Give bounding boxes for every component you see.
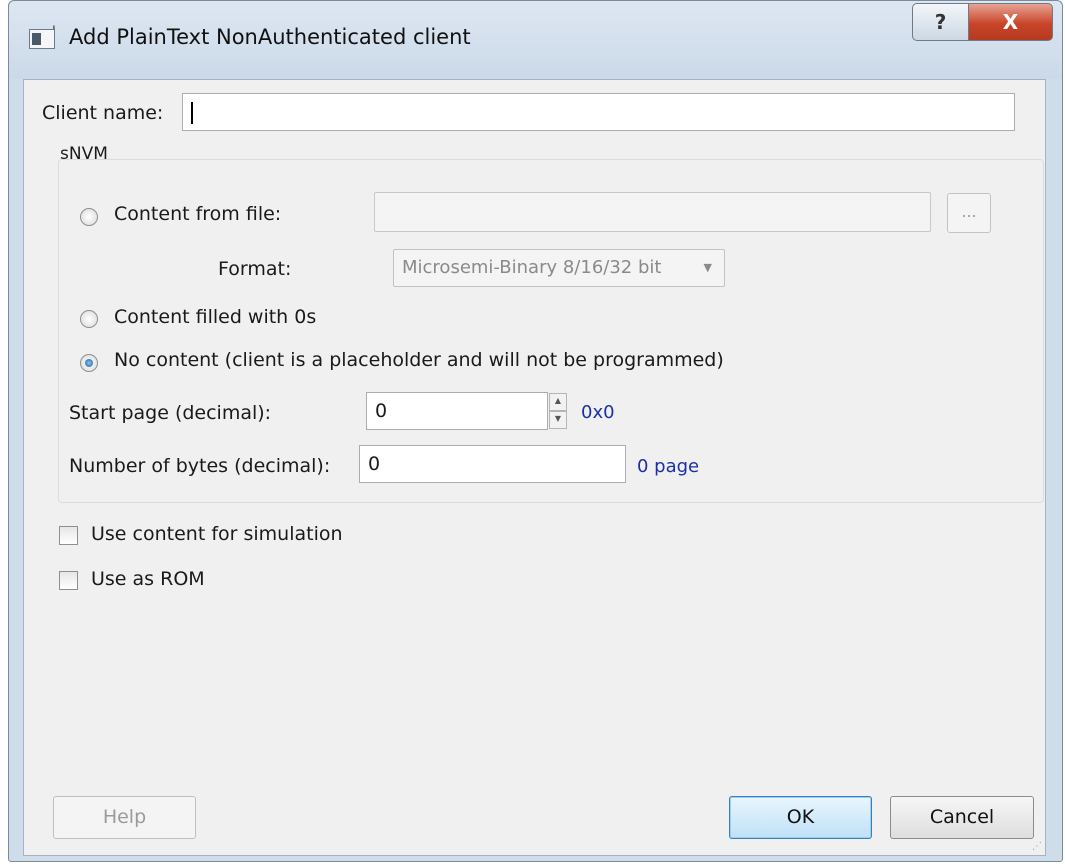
help-button[interactable]: Help: [53, 796, 196, 839]
use-rom-label: Use as ROM: [91, 568, 205, 590]
resize-grip-icon[interactable]: ⋰: [1032, 841, 1042, 852]
app-icon: ': [29, 24, 56, 49]
start-page-label: Start page (decimal):: [69, 402, 272, 424]
cancel-button[interactable]: Cancel: [890, 796, 1034, 839]
radio-content-from-file[interactable]: [80, 208, 98, 226]
spin-up-icon: ▲: [554, 396, 562, 405]
help-icon: ?: [934, 10, 947, 34]
spin-up-button[interactable]: ▲: [549, 393, 567, 411]
dialog-window: ' Add PlainText NonAuthenticated client …: [8, 0, 1063, 862]
radio-no-content[interactable]: [80, 354, 98, 372]
format-value: Microsemi-Binary 8/16/32 bit: [402, 257, 662, 278]
start-page-value: 0: [375, 400, 388, 422]
title-help-button[interactable]: ?: [912, 3, 969, 41]
title-bar[interactable]: ' Add PlainText NonAuthenticated client …: [9, 1, 1062, 79]
start-page-hex: 0x0: [581, 402, 615, 423]
num-bytes-label: Number of bytes (decimal):: [69, 455, 331, 477]
file-path-input[interactable]: [374, 192, 931, 232]
content-zeros-label: Content filled with 0s: [114, 306, 317, 328]
no-content-label: No content (client is a placeholder and …: [114, 349, 724, 371]
start-page-input[interactable]: 0: [366, 392, 548, 430]
spin-down-button[interactable]: ▼: [549, 411, 567, 429]
chevron-down-icon: ▼: [703, 261, 712, 274]
format-label: Format:: [218, 258, 292, 280]
ok-button[interactable]: OK: [729, 796, 872, 839]
close-icon: X: [1002, 10, 1019, 34]
title-close-button[interactable]: X: [968, 3, 1053, 41]
dialog-title: Add PlainText NonAuthenticated client: [69, 25, 471, 49]
spin-down-icon: ▼: [554, 414, 562, 423]
text-caret: [191, 101, 193, 124]
browse-button[interactable]: ...: [947, 193, 991, 233]
num-bytes-pages: 0 page: [637, 456, 700, 477]
dialog-body: Client name: sNVM Content from file: ...…: [23, 79, 1046, 856]
client-name-input[interactable]: [182, 93, 1015, 131]
radio-content-zeros[interactable]: [80, 310, 98, 328]
use-rom-checkbox[interactable]: [59, 571, 78, 590]
content-from-file-label: Content from file:: [114, 203, 282, 225]
use-simulation-label: Use content for simulation: [91, 523, 343, 545]
num-bytes-input[interactable]: 0: [359, 445, 626, 483]
num-bytes-value: 0: [368, 453, 381, 475]
use-simulation-checkbox[interactable]: [59, 526, 78, 545]
client-name-label: Client name:: [42, 102, 164, 124]
format-select[interactable]: Microsemi-Binary 8/16/32 bit ▼: [393, 249, 725, 287]
